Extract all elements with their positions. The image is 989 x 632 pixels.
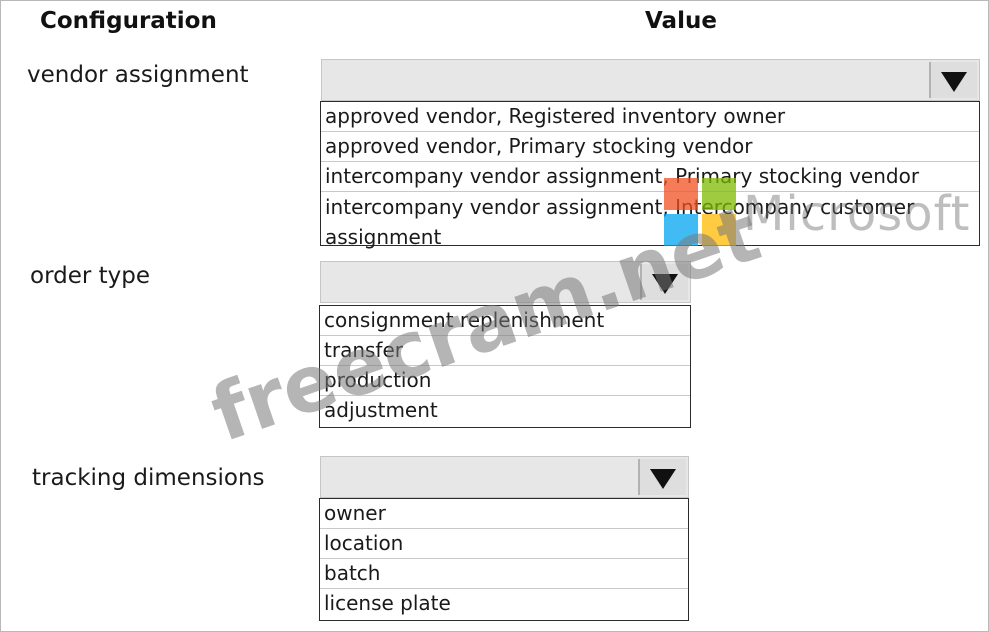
- order-type-label: order type: [30, 263, 151, 289]
- option-production[interactable]: production: [320, 366, 690, 396]
- option-location[interactable]: location: [320, 529, 688, 559]
- option-license-plate[interactable]: license plate: [320, 589, 688, 618]
- option-batch[interactable]: batch: [320, 559, 688, 589]
- triangle-down-icon: [652, 274, 678, 294]
- configuration-header: Configuration: [40, 8, 217, 34]
- vendor-assignment-label: vendor assignment: [27, 62, 249, 88]
- logo-yellow-square: [702, 214, 736, 246]
- logo-green-square: [702, 178, 736, 210]
- tracking-dimensions-label: tracking dimensions: [32, 465, 265, 491]
- option-adjustment[interactable]: adjustment: [320, 396, 690, 425]
- microsoft-watermark-text: Microsoft: [743, 186, 971, 242]
- triangle-down-icon: [941, 72, 967, 92]
- tracking-dimensions-options: owner location batch license plate: [319, 498, 689, 621]
- microsoft-logo-icon: [664, 178, 737, 247]
- option-transfer[interactable]: transfer: [320, 336, 690, 366]
- value-header: Value: [645, 8, 717, 34]
- triangle-down-icon: [650, 469, 676, 489]
- option-consignment-replenishment[interactable]: consignment replenishment: [320, 306, 690, 336]
- order-type-dropdown-button[interactable]: [640, 264, 688, 300]
- option-owner[interactable]: owner: [320, 499, 688, 529]
- logo-blue-square: [664, 214, 698, 246]
- option-approved-vendor-registered-owner[interactable]: approved vendor, Registered inventory ow…: [321, 102, 979, 132]
- order-type-options: consignment replenishment transfer produ…: [319, 305, 691, 428]
- tracking-dimensions-dropdown[interactable]: [320, 456, 689, 498]
- logo-red-square: [664, 178, 698, 210]
- order-type-dropdown[interactable]: [320, 261, 691, 303]
- option-approved-vendor-primary-stocking[interactable]: approved vendor, Primary stocking vendor: [321, 132, 979, 162]
- vendor-assignment-dropdown-button[interactable]: [929, 62, 977, 98]
- tracking-dimensions-dropdown-button[interactable]: [638, 459, 686, 495]
- vendor-assignment-dropdown[interactable]: [321, 59, 980, 101]
